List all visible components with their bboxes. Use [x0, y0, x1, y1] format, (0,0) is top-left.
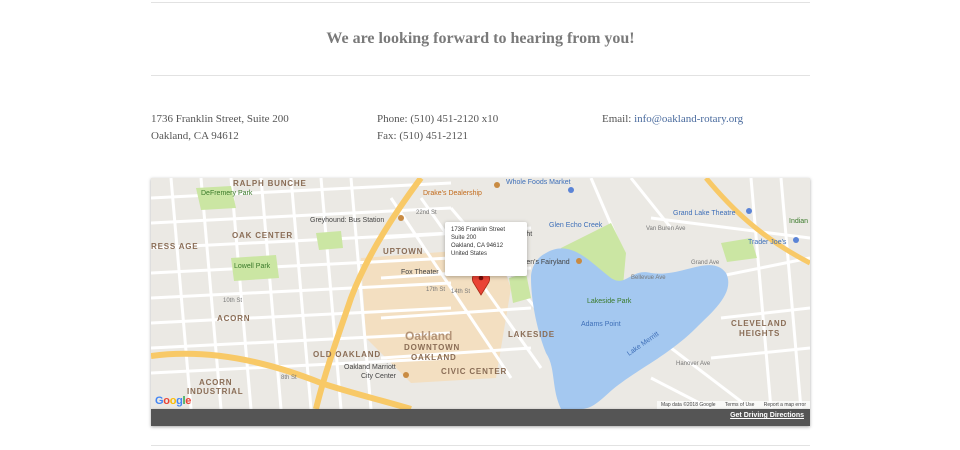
email-block: Email: info@oakland-rotary.org: [602, 111, 743, 128]
dealership-poi-icon[interactable]: [494, 182, 500, 188]
driving-directions-link[interactable]: Get Driving Directions: [730, 412, 804, 419]
small-park: [316, 231, 343, 250]
label-glen-echo-creek: Glen Echo Creek: [549, 222, 603, 229]
label-acorn-industrial-1: ACORN: [199, 378, 232, 387]
bottom-divider: [151, 445, 810, 446]
label-22nd-st: 22nd St: [416, 210, 437, 216]
address-block: 1736 Franklin Street, Suite 200 Oakland,…: [151, 111, 289, 145]
label-acorn-industrial-2: INDUSTRIAL: [187, 387, 243, 396]
label-lakeside-park: Lakeside Park: [587, 298, 632, 305]
map-footer-bar: Get Driving Directions: [151, 409, 810, 426]
label-trader-joes: Trader Joe's: [748, 239, 787, 246]
label-greyhound: Greyhound: Bus Station: [310, 217, 384, 224]
info-line-1: 1736 Franklin Street: [451, 227, 506, 233]
label-17th-st: 17th St: [426, 287, 445, 293]
address-line-2: Oakland, CA 94612: [151, 130, 239, 142]
label-whole-foods: Whole Foods Market: [506, 179, 571, 186]
label-acorn: ACORN: [217, 314, 250, 323]
label-ress-age: RESS AGE: [151, 242, 198, 251]
fax-label: Fax:: [377, 130, 397, 142]
label-14th-st: 14th St: [451, 289, 470, 295]
label-marriott-2: City Center: [361, 373, 397, 380]
theatre-poi-icon[interactable]: [746, 208, 752, 214]
top-divider: [151, 2, 810, 3]
headline-divider: [151, 75, 810, 76]
label-civic-center: CIVIC CENTER: [441, 367, 507, 376]
phone-block: Phone: (510) 451-2120 x10 Fax: (510) 451…: [377, 111, 498, 145]
terms-link[interactable]: Terms of Use: [725, 402, 754, 408]
map-info-window[interactable]: 1736 Franklin Street Suite 200 Oakland, …: [445, 222, 527, 276]
report-error-link[interactable]: Report a map error: [764, 402, 806, 408]
phone-number: (510) 451-2120 x10: [410, 113, 499, 125]
label-oak-center: OAK CENTER: [232, 231, 293, 240]
label-heights: HEIGHTS: [739, 329, 780, 338]
label-uptown: UPTOWN: [383, 247, 423, 256]
whole-foods-poi-icon[interactable]: [568, 187, 574, 193]
trader-joes-poi-icon[interactable]: [793, 237, 799, 243]
info-line-3: Oakland, CA 94612: [451, 243, 504, 249]
phone-label: Phone:: [377, 113, 408, 125]
email-link[interactable]: info@oakland-rotary.org: [634, 113, 743, 125]
label-lakeside: LAKESIDE: [508, 330, 555, 339]
fairyland-poi-icon[interactable]: [576, 258, 582, 264]
label-van-buren: Van Buren Ave: [646, 226, 686, 232]
label-drakes: Drake's Dealership: [423, 190, 482, 197]
label-downtown-oakland: OAKLAND: [411, 353, 457, 362]
label-ralph-bunche: RALPH BUNCHE: [233, 179, 307, 188]
marriott-poi-icon[interactable]: [403, 372, 409, 378]
map-data-text: Map data ©2018 Google: [660, 402, 716, 408]
label-lowell-park: Lowell Park: [234, 263, 271, 270]
label-10th-st: 10th St: [223, 298, 242, 304]
label-old-oakland: OLD OAKLAND: [313, 350, 381, 359]
address-line-1: 1736 Franklin Street, Suite 200: [151, 113, 289, 125]
label-oakland: Oakland: [405, 329, 452, 343]
label-indian: Indian: [789, 218, 808, 225]
page-headline: We are looking forward to hearing from y…: [326, 30, 635, 47]
fax-line: Fax: (510) 451-2121: [377, 128, 498, 145]
label-cleveland: CLEVELAND: [731, 319, 787, 328]
label-adams-point: Adams Point: [581, 321, 621, 328]
label-grand-ave: Grand Ave: [691, 260, 720, 266]
label-hanover: Hanover Ave: [676, 361, 711, 367]
label-defremery-park: DeFremery Park: [201, 190, 253, 197]
label-marriott: Oakland Marriott: [344, 364, 396, 371]
info-line-4: United States: [451, 251, 488, 257]
phone-line: Phone: (510) 451-2120 x10: [377, 111, 498, 128]
map-canvas[interactable]: RALPH BUNCHE OAK CENTER UPTOWN ACORN OLD…: [151, 178, 810, 409]
label-downtown: DOWNTOWN: [404, 343, 460, 352]
label-fox-theater: Fox Theater: [401, 269, 439, 276]
email-label: Email:: [602, 113, 632, 125]
fax-number: (510) 451-2121: [399, 130, 469, 142]
label-grand-lake-theatre: Grand Lake Theatre: [673, 210, 736, 217]
map-attribution: Map data ©2018 Google Terms of Use Repor…: [656, 401, 810, 409]
label-8th-st: 8th St: [281, 375, 297, 381]
info-line-2: Suite 200: [451, 235, 477, 241]
greyhound-poi-icon[interactable]: [398, 215, 404, 221]
label-bellevue: Bellevue Ave: [631, 275, 666, 281]
map-view[interactable]: RALPH BUNCHE OAK CENTER UPTOWN ACORN OLD…: [151, 178, 810, 409]
google-logo[interactable]: Google: [155, 395, 191, 407]
